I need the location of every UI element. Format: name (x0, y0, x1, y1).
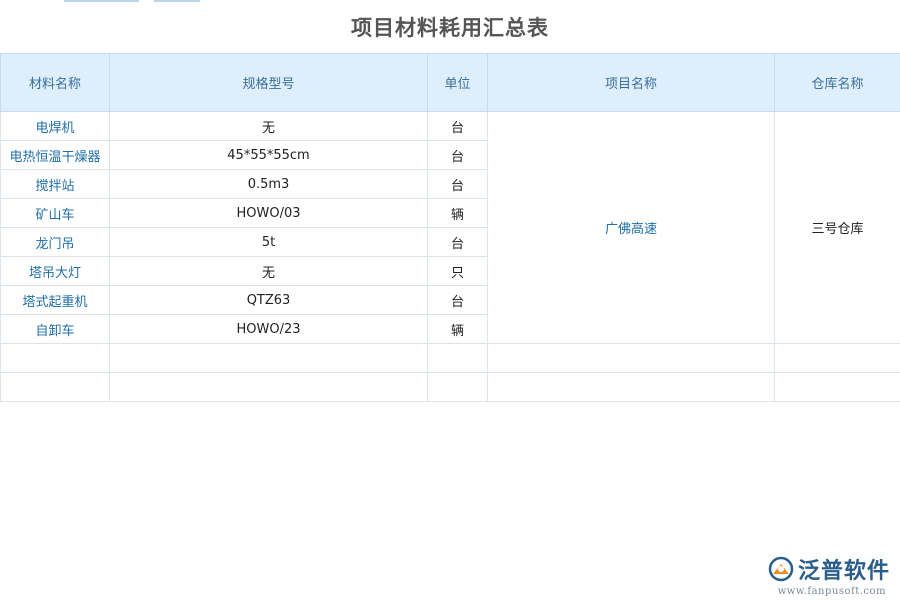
brand-name: 泛普软件 (798, 553, 890, 585)
brand-watermark: 泛普软件 (768, 554, 890, 584)
column-header-material-name[interactable]: 材料名称 (1, 54, 110, 112)
top-tab[interactable] (154, 0, 200, 2)
empty-cell (110, 373, 428, 402)
column-header-spec[interactable]: 规格型号 (110, 54, 428, 112)
brand-url: www.fanpusoft.com (778, 586, 886, 597)
cell-unit: 台 (428, 286, 488, 315)
empty-cell (428, 344, 488, 373)
cell-material-name[interactable]: 塔式起重机 (1, 286, 110, 315)
cell-spec: 45*55*55cm (110, 141, 428, 170)
top-tab[interactable] (64, 0, 139, 2)
empty-cell (488, 373, 775, 402)
table-row[interactable]: 电焊机 无 台 广佛高速 三号仓库 (1, 112, 900, 141)
cell-unit: 只 (428, 257, 488, 286)
empty-cell (110, 344, 428, 373)
column-header-unit[interactable]: 单位 (428, 54, 488, 112)
page-title: 项目材料耗用汇总表 (0, 12, 900, 42)
empty-cell (775, 373, 900, 402)
cell-unit: 辆 (428, 315, 488, 344)
cell-unit: 台 (428, 141, 488, 170)
cell-material-name[interactable]: 自卸车 (1, 315, 110, 344)
fanpu-logo-icon (768, 556, 794, 582)
cell-material-name[interactable]: 搅拌站 (1, 170, 110, 199)
column-header-warehouse-name[interactable]: 仓库名称 (775, 54, 900, 112)
empty-cell (1, 373, 110, 402)
cell-spec: 无 (110, 257, 428, 286)
cell-unit: 辆 (428, 199, 488, 228)
empty-table-row (1, 373, 900, 402)
empty-table-row (1, 344, 900, 373)
empty-cell (488, 344, 775, 373)
cell-project-name[interactable]: 广佛高速 (488, 112, 775, 344)
empty-cell (428, 373, 488, 402)
cell-spec: HOWO/23 (110, 315, 428, 344)
cell-unit: 台 (428, 170, 488, 199)
table-header-row: 材料名称 规格型号 单位 项目名称 仓库名称 (1, 54, 900, 112)
cell-spec: HOWO/03 (110, 199, 428, 228)
cell-unit: 台 (428, 112, 488, 141)
cell-material-name[interactable]: 电焊机 (1, 112, 110, 141)
cell-spec: QTZ63 (110, 286, 428, 315)
cell-material-name[interactable]: 龙门吊 (1, 228, 110, 257)
empty-cell (775, 344, 900, 373)
cell-material-name[interactable]: 塔吊大灯 (1, 257, 110, 286)
column-header-project-name[interactable]: 项目名称 (488, 54, 775, 112)
cell-material-name[interactable]: 电热恒温干燥器 (1, 141, 110, 170)
cell-material-name[interactable]: 矿山车 (1, 199, 110, 228)
empty-cell (1, 344, 110, 373)
cell-unit: 台 (428, 228, 488, 257)
cell-spec: 无 (110, 112, 428, 141)
cell-spec: 0.5m3 (110, 170, 428, 199)
cell-warehouse-name: 三号仓库 (775, 112, 900, 344)
cell-spec: 5t (110, 228, 428, 257)
material-usage-table: 材料名称 规格型号 单位 项目名称 仓库名称 电焊机 无 台 广佛高速 三号仓库… (0, 53, 900, 402)
